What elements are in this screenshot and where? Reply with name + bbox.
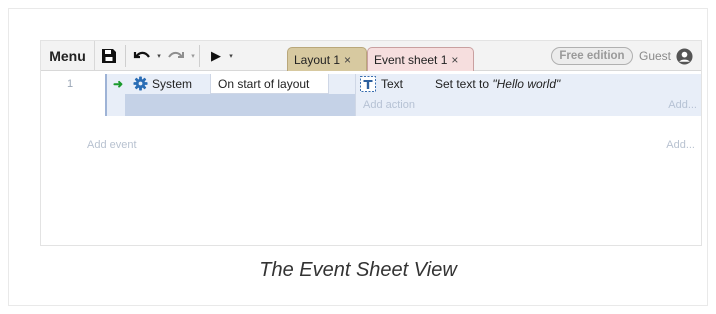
free-edition-badge[interactable]: Free edition bbox=[551, 47, 633, 65]
text-object-icon bbox=[360, 76, 376, 92]
column-divider bbox=[355, 74, 356, 116]
event-sheet[interactable]: 1 ➜ System On start of layout Text Set t… bbox=[41, 71, 701, 245]
event-row[interactable]: 1 ➜ System On start of layout Text Set t… bbox=[41, 74, 701, 116]
play-dropdown-arrow[interactable]: ▾ bbox=[226, 46, 236, 66]
gear-icon bbox=[133, 76, 149, 92]
menu-button[interactable]: Menu bbox=[41, 41, 95, 71]
tab-label: Event sheet 1 bbox=[374, 52, 448, 67]
add-link[interactable]: Add... bbox=[666, 139, 695, 151]
tab-event-sheet-1[interactable]: Event sheet 1 × bbox=[367, 47, 474, 71]
condition-row[interactable]: ➜ System On start of layout Text Set tex… bbox=[107, 74, 701, 94]
redo-dropdown-arrow[interactable]: ▾ bbox=[188, 46, 198, 66]
toolbar: Menu ▾ ▾ ▶ ▾ Layout 1 × Event sheet 1 × … bbox=[41, 41, 701, 71]
action-object[interactable]: Text bbox=[381, 74, 403, 94]
add-link[interactable]: Add... bbox=[668, 94, 697, 116]
figure-caption: The Event Sheet View bbox=[259, 259, 457, 281]
undo-icon[interactable] bbox=[131, 46, 153, 66]
trigger-arrow-icon: ➜ bbox=[113, 77, 124, 91]
tab-label: Layout 1 bbox=[294, 52, 341, 67]
event-number: 1 bbox=[67, 78, 74, 90]
event-block[interactable]: ➜ System On start of layout Text Set tex… bbox=[105, 74, 701, 116]
floppy-disk-icon[interactable] bbox=[99, 46, 119, 66]
action-text-value: "Hello world" bbox=[492, 77, 561, 91]
action-text[interactable]: Set text to "Hello world" bbox=[435, 74, 560, 94]
add-event-link[interactable]: Add event bbox=[87, 139, 137, 151]
play-icon[interactable]: ▶ bbox=[206, 46, 226, 66]
close-icon[interactable]: × bbox=[344, 53, 351, 67]
construct-editor: Menu ▾ ▾ ▶ ▾ Layout 1 × Event sheet 1 × … bbox=[40, 40, 702, 246]
undo-dropdown-arrow[interactable]: ▾ bbox=[154, 46, 164, 66]
redo-icon[interactable] bbox=[165, 46, 187, 66]
close-icon[interactable]: × bbox=[451, 53, 458, 67]
user-name-label[interactable]: Guest bbox=[637, 46, 673, 66]
add-action-link[interactable]: Add action bbox=[363, 94, 415, 116]
condition-area[interactable] bbox=[125, 94, 355, 116]
action-text-prefix: Set text to bbox=[435, 77, 493, 91]
toolbar-separator bbox=[199, 45, 200, 67]
toolbar-separator bbox=[125, 45, 126, 67]
user-circle-icon[interactable] bbox=[674, 46, 694, 66]
condition-object[interactable]: System bbox=[152, 74, 192, 94]
tab-layout-1[interactable]: Layout 1 × bbox=[287, 47, 367, 71]
condition-text[interactable]: On start of layout bbox=[210, 74, 329, 94]
